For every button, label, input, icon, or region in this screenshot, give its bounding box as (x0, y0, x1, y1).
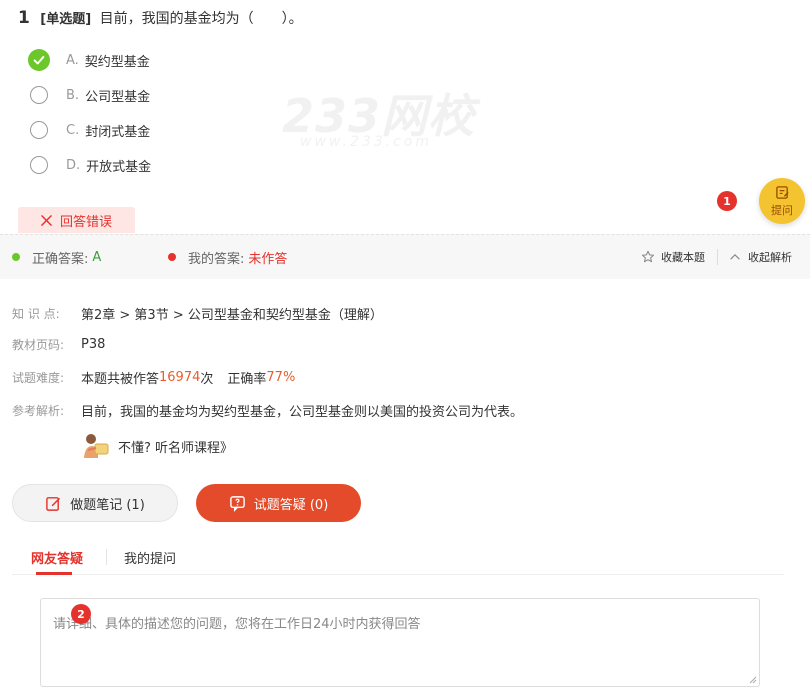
star-icon (641, 250, 655, 263)
difficulty-row: 试题难度: 本题共被作答 16974 次 正确率 77% (12, 368, 295, 387)
difficulty-label: 试题难度: (12, 371, 65, 385)
check-circle-icon[interactable] (28, 49, 50, 71)
option-letter: C. (66, 122, 80, 138)
teacher-icon (84, 434, 109, 458)
option-text: 开放式基金 (86, 159, 152, 175)
favorite-button[interactable]: 收藏本题 (641, 235, 705, 279)
tab-my-questions[interactable]: 我的提问 (124, 540, 176, 574)
option-a[interactable]: A. 契约型基金 (28, 49, 150, 71)
ask-button-label: 提问 (771, 203, 793, 217)
input-badge: 2 (71, 604, 91, 624)
correct-answer-label: 正确答案: (32, 251, 89, 267)
radio-icon[interactable] (30, 86, 48, 104)
my-answer-value: 未作答 (248, 251, 288, 267)
correct-answer-value: A (92, 249, 102, 265)
question-qa-button[interactable]: 试题答疑 (0) (196, 484, 361, 522)
difficulty-times: 次 (200, 372, 214, 387)
question-number: 1 (18, 8, 30, 28)
option-b[interactable]: B. 公司型基金 (30, 84, 150, 106)
reference-row: 参考解析: 目前，我国的基金均为契约型基金，公司型基金则以美国的投资公司为代表。 (12, 401, 523, 420)
page-label: 教材页码: (12, 338, 65, 352)
chevron-up-icon (730, 254, 740, 260)
question-title: 1 [单选题] 目前，我国的基金均为（ ）。 (18, 8, 303, 28)
radio-icon[interactable] (30, 121, 48, 139)
active-tab-indicator (36, 572, 72, 575)
qa-tabs: 网友答疑 我的提问 (12, 540, 784, 575)
option-letter: A. (66, 52, 79, 68)
option-letter: D. (66, 157, 81, 173)
option-c[interactable]: C. 封闭式基金 (30, 119, 150, 141)
difficulty-count: 16974 (159, 370, 201, 385)
question-input[interactable] (41, 599, 759, 686)
green-dot-icon (12, 253, 20, 261)
accuracy-value: 77% (266, 370, 296, 385)
question-bubble-icon (229, 495, 245, 512)
collapse-analysis-button[interactable]: 收起解析 (728, 235, 792, 279)
reference-text: 目前，我国的基金均为契约型基金，公司型基金则以美国的投资公司为代表。 (81, 405, 524, 420)
question-text: 目前，我国的基金均为（ ）。 (99, 11, 303, 27)
qa-button-label: 试题答疑 (0) (253, 497, 329, 513)
option-text: 公司型基金 (85, 89, 151, 105)
question-input-box (40, 598, 760, 687)
difficulty-prefix: 本题共被作答 (81, 372, 160, 387)
tab-divider (106, 549, 107, 565)
knowledge-point-row: 知 识 点: 第2章 > 第3节 > 公司型基金和契约型基金（理解） (12, 304, 383, 323)
close-icon (41, 214, 52, 226)
result-tag: 回答错误 (18, 207, 135, 233)
ask-question-button[interactable]: 提问 (759, 178, 805, 224)
result-tag-label: 回答错误 (59, 214, 112, 230)
correct-answer: 正确答案: A (12, 235, 101, 279)
notes-button[interactable]: 做题笔记 (1) (12, 484, 178, 522)
my-answer-label: 我的答案: (188, 251, 245, 267)
tab-community-qa[interactable]: 网友答疑 (31, 540, 83, 574)
resize-grip-icon[interactable] (749, 676, 757, 684)
divider (717, 249, 718, 265)
collapse-label: 收起解析 (748, 251, 792, 264)
red-dot-icon (168, 253, 176, 261)
ask-badge: 1 (717, 191, 737, 211)
edit-note-icon (775, 185, 789, 199)
accuracy-label: 正确率 (227, 372, 267, 387)
my-answer: 我的答案: 未作答 (168, 235, 287, 279)
radio-icon[interactable] (30, 156, 48, 174)
option-text: 封闭式基金 (85, 124, 151, 140)
notes-button-label: 做题笔记 (1) (70, 497, 145, 513)
question-type: [单选题] (40, 12, 92, 27)
course-link-label: 不懂? 听名师课程》 (118, 440, 234, 456)
knowledge-value: 第2章 > 第3节 > 公司型基金和契约型基金（理解） (81, 308, 383, 323)
option-d[interactable]: D. 开放式基金 (30, 154, 151, 176)
reference-label: 参考解析: (12, 404, 65, 418)
knowledge-label: 知 识 点: (12, 307, 60, 321)
course-link[interactable]: 不懂? 听名师课程》 (80, 430, 233, 462)
page-value: P38 (81, 337, 106, 352)
option-text: 契约型基金 (84, 54, 150, 70)
favorite-label: 收藏本题 (661, 251, 705, 264)
answer-bar: 正确答案: A 我的答案: 未作答 收藏本题 收起解析 (0, 234, 810, 279)
page-number-row: 教材页码: P38 (12, 336, 105, 353)
option-letter: B. (66, 87, 80, 103)
watermark-url: www.233.com (300, 134, 432, 150)
edit-icon (46, 496, 61, 511)
